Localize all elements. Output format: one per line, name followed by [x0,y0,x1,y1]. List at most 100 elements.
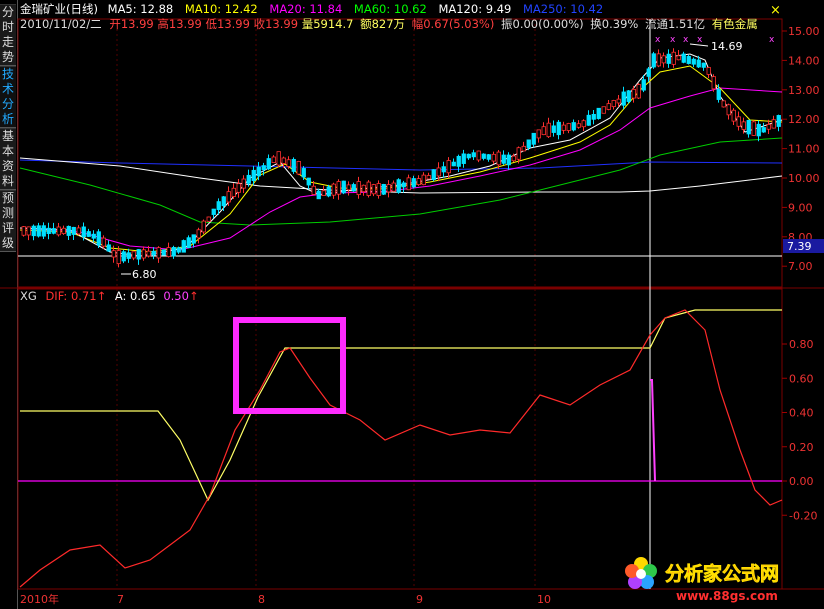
month-gridlines [116,19,536,589]
indicator-tick-label: 0.00 [789,475,814,488]
indicator-tick-label: 0.40 [789,407,814,420]
candle-body [481,153,486,159]
candle-body [146,250,151,257]
candle-body [141,249,146,259]
candle-body [711,76,716,90]
candle-body [406,177,411,191]
a-value: A: 0.65 [115,289,156,303]
ma5-value: MA5: 12.88 [108,2,174,16]
quote-amount: 额827万 [360,17,405,31]
candle-body [591,113,596,120]
quote-high: 高13.99 [157,17,201,31]
candle-body [491,153,496,162]
candle-body [311,185,316,195]
candle-body [81,226,86,238]
candle-body [286,159,291,167]
indicator-tick-label: 0.20 [789,441,814,454]
candle-body [91,233,96,239]
candle-body [51,228,56,234]
candle-body [161,249,166,256]
candle-body [111,250,116,258]
quote-date: 2010/11/02/二 [20,17,102,31]
ma10-value: MA10: 12.42 [185,2,258,16]
candle-body [321,190,326,196]
watermark-cn: 分析家公式网 [665,562,779,585]
price-axis: 15.0014.0013.0012.0011.0010.009.008.007.… [782,25,820,273]
candle-body [136,249,141,260]
candle-body [186,237,191,249]
candle-body [116,250,121,265]
close-icon[interactable]: × [770,3,781,18]
candle-body [581,120,586,128]
low-annotation: 6.80 [121,268,157,281]
indicator-panel-frame [17,288,783,590]
watermark-url: www.88gs.com [676,589,778,603]
ma-header: 金瑞矿业(日线) MA5: 12.88 MA10: 12.42 MA20: 11… [20,2,603,16]
quote-open: 开13.99 [109,17,153,31]
candle-body [221,196,226,207]
candle-body [441,166,446,173]
svg-text:x: x [683,35,689,45]
dif-line [19,309,783,588]
candle-body [466,153,471,159]
candle-body [636,84,641,99]
candle-body [721,100,726,108]
candle-body [411,178,416,188]
candle-body [256,166,261,177]
quote-amplitude: 振0.00(0.00%) [501,17,584,31]
candle-body [756,123,761,137]
a-line [20,309,782,502]
candle-body [536,129,541,139]
candle-body [36,225,41,237]
candle-body [541,126,546,136]
candle-body [231,187,236,197]
candle-body [426,175,431,180]
svg-text:x: x [670,35,676,45]
candle-body [776,115,781,127]
candle-body [551,125,556,133]
indicator-header: XG DIF: 0.71↑ A: 0.65 0.50↑ [20,289,199,303]
candle-body [211,208,216,215]
candle-body [656,53,661,67]
candle-body [516,147,521,160]
candle-body [381,184,386,195]
candle-body [696,59,701,68]
candle-body [66,225,71,236]
candle-body [276,151,281,166]
candle-body [331,183,336,196]
candle-body [556,121,561,136]
price-tick-label: 11.00 [788,143,820,156]
chart-area[interactable]: 15.0014.0013.0012.0011.0010.009.008.007.… [0,0,824,609]
indicator-tick-label: -0.20 [789,509,817,522]
b-value: 0.50 [163,289,189,303]
candle-body [241,178,246,189]
candle-body [261,165,266,171]
candle-body [601,106,606,114]
candle-body [351,184,356,192]
quote-float: 流通1.51亿 [645,17,705,31]
candle-body [561,124,566,131]
candle-body [731,109,736,122]
candle-body [716,89,721,100]
candle-body [456,155,461,167]
signal-spike [650,379,656,482]
ma60-value: MA60: 10.62 [354,2,427,16]
low-label: 6.80 [132,268,157,281]
candle-body [151,250,156,256]
candlesticks [21,48,781,268]
candle-body [371,184,376,195]
candle-body [181,240,186,253]
ma120-value: MA120: 9.49 [438,2,511,16]
indicator-name: XG [20,289,37,303]
price-tick-label: 12.00 [788,113,820,126]
candle-body [621,91,626,106]
candle-body [131,251,136,259]
current-price-tag-label: 7.39 [787,240,812,253]
candle-body [226,191,231,203]
candle-body [736,116,741,127]
price-tick-label: 9.00 [788,201,813,214]
candle-body [346,184,351,191]
candle-body [451,161,456,167]
candle-body [251,169,256,181]
candle-body [671,51,676,65]
